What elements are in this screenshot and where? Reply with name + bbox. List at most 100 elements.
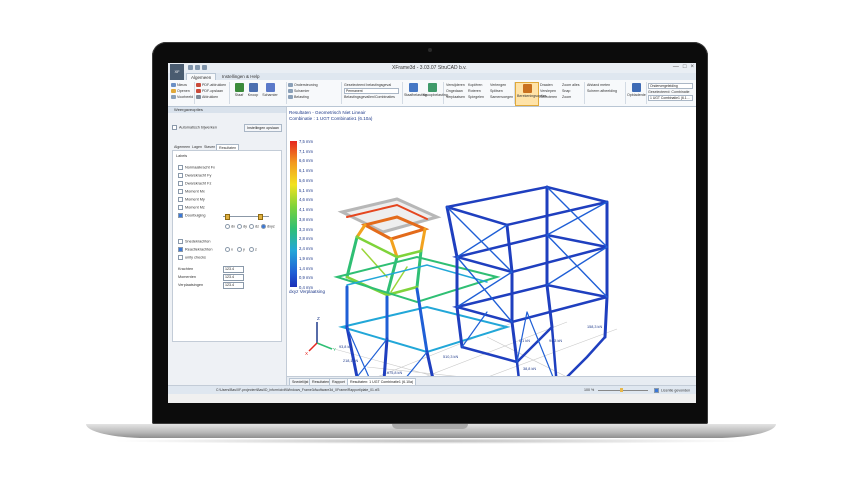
deflection-slider-knob-left[interactable] — [225, 214, 230, 220]
node-load-button[interactable]: Knoopbelasting — [423, 83, 448, 97]
radio-y-dot[interactable] — [237, 247, 242, 252]
mirror-button[interactable]: Spiegelen — [468, 95, 484, 99]
open-button[interactable]: Openen — [177, 89, 190, 93]
radio-x[interactable]: x — [225, 247, 233, 252]
radio-x-dot[interactable] — [225, 247, 230, 252]
load-button[interactable]: Belasting — [294, 95, 309, 99]
checkbox-fy[interactable]: Dwarskracht Fy — [178, 173, 211, 178]
momenten-select[interactable]: 123.4 — [223, 274, 244, 281]
auto-update-label: Automatisch bijwerken — [179, 125, 217, 130]
rotate-button[interactable]: Roteren — [468, 89, 481, 93]
loadcase-select[interactable]: Permanent — [344, 88, 399, 94]
zoom-button[interactable]: Zoom — [562, 95, 571, 99]
support-button[interactable]: Ondersteuning — [294, 83, 318, 87]
minimize-button[interactable]: — — [673, 64, 679, 70]
checkbox-mz-box[interactable] — [178, 205, 183, 210]
combination-select[interactable]: 1 UGT Combinatie1 (6.1... — [648, 95, 693, 101]
open-icon — [171, 89, 176, 93]
knoop-button[interactable]: Knoop — [246, 83, 260, 97]
zoom-all-button[interactable]: Zoom alles — [562, 83, 580, 87]
checkbox-unity-checks-box[interactable] — [178, 255, 183, 260]
save-icon[interactable] — [188, 65, 193, 70]
example-button[interactable]: Voorbeeld — [177, 95, 193, 99]
krachten-select[interactable]: 123.4 — [223, 266, 244, 273]
radio-z-dot[interactable] — [249, 247, 254, 252]
hinge-small-button[interactable]: Scharnier — [294, 89, 309, 93]
display-mode-select[interactable]: Ondervergeleiding — [648, 83, 693, 89]
calculate-group: Berekeningsopties — [515, 82, 547, 106]
legend-value-label: 0,9 mm — [299, 275, 313, 281]
reaction-label: 0,1 kN — [519, 339, 530, 343]
checkbox-mz[interactable]: Moment Mz — [178, 205, 205, 210]
new-icon — [171, 83, 176, 87]
checkbox-mx[interactable]: Moment Mx — [178, 189, 205, 194]
checkbox-doorbuiging-box[interactable] — [178, 213, 183, 218]
zoom-slider-track[interactable] — [598, 390, 648, 391]
rotate-view-button[interactable]: Draaien — [540, 83, 553, 87]
radio-dz[interactable]: dz — [249, 224, 259, 229]
checkbox-fx[interactable]: Normaalkracht Fx — [178, 165, 215, 170]
radio-dx[interactable]: dx — [225, 224, 235, 229]
checkbox-unity-checks[interactable]: unity checks — [178, 255, 206, 260]
checkbox-my[interactable]: Moment My — [178, 197, 205, 202]
checkbox-mx-box[interactable] — [178, 189, 183, 194]
print-button[interactable]: Afdrukken — [202, 95, 218, 99]
checkbox-doorbuiging[interactable]: Doorbuiging — [178, 213, 205, 218]
delete-button[interactable]: Verwijderen — [446, 83, 465, 87]
radio-dx-dot[interactable] — [225, 224, 230, 229]
checkbox-reactiekrachten-box[interactable] — [178, 247, 183, 252]
deflection-slider-knob-right[interactable] — [258, 214, 263, 220]
checkbox-snedekrachten-box[interactable] — [178, 239, 183, 244]
radio-y[interactable]: y — [237, 247, 245, 252]
radio-dy[interactable]: dy — [237, 224, 247, 229]
radio-z[interactable]: z — [249, 247, 257, 252]
close-button[interactable]: × — [690, 64, 694, 70]
extend-button[interactable]: Verlengen — [490, 83, 506, 87]
undo-icon[interactable] — [195, 65, 200, 70]
app-logo[interactable]: XF — [170, 64, 184, 80]
display-button[interactable]: Opbladerde — [627, 83, 646, 97]
auto-update-checkbox[interactable]: Automatisch bijwerken — [172, 125, 217, 130]
screenshot-button[interactable]: Scherm afbeelding — [587, 89, 617, 93]
pan-button[interactable]: Verslepen — [540, 89, 556, 93]
pdf-save-button[interactable]: PDF-opslaan — [202, 89, 223, 93]
merge-button[interactable]: Samenvoegen — [490, 95, 513, 99]
redo-icon[interactable] — [202, 65, 207, 70]
measure-button[interactable]: Afstand meten — [587, 83, 610, 87]
radio-dxyz-dot[interactable] — [261, 224, 266, 229]
3d-viewport[interactable]: Resultaten - Geometrisch Niet Lineair Co… — [287, 107, 696, 376]
radio-dy-dot[interactable] — [237, 224, 242, 229]
scharnier-button[interactable]: Scharnier — [261, 83, 279, 97]
checkbox-fy-box[interactable] — [178, 173, 183, 178]
calculate-button[interactable]: Berekeningsopties — [517, 84, 547, 98]
checkbox-fz-box[interactable] — [178, 181, 183, 186]
save-settings-button[interactable]: Instellingen opslaan — [244, 124, 282, 132]
copy-button[interactable]: Kopiëren — [468, 83, 482, 87]
staaf-button[interactable]: Staaf — [232, 83, 246, 97]
pdf-print-button[interactable]: PDF-afdrukken — [202, 83, 226, 87]
verplaatsingen-select[interactable]: 123.4 — [223, 282, 244, 289]
select-button[interactable]: Selecteren — [540, 95, 557, 99]
loadcase-combinations-button[interactable]: Belastingsgevallen/Combinaties — [344, 95, 395, 99]
options-panel: Weergaveopties Automatisch bijwerken Ins… — [168, 107, 287, 385]
snap-button[interactable]: Snap — [562, 89, 570, 93]
checkbox-fz[interactable]: Dwarskracht Fz — [178, 181, 211, 186]
legend-value-label: 4,1 mm — [299, 207, 313, 213]
tab-instellingen[interactable]: Instellingen & Help — [218, 73, 264, 80]
checkbox-my-box[interactable] — [178, 197, 183, 202]
maximize-button[interactable]: □ — [683, 64, 687, 70]
new-button[interactable]: Nieuw — [177, 83, 187, 87]
auto-update-box[interactable] — [172, 125, 177, 130]
legend-value-label: 7,1 mm — [299, 148, 313, 154]
zoom-slider-knob[interactable] — [620, 388, 623, 392]
beam-load-button[interactable]: Staafbelasting — [404, 83, 427, 97]
split-button[interactable]: Splitsen — [490, 89, 503, 93]
checkbox-reactiekrachten[interactable]: Reactiekrachten — [178, 247, 212, 252]
undo-button[interactable]: Ongedaan — [446, 89, 463, 93]
radio-dxyz[interactable]: dxyz — [261, 224, 275, 229]
checkbox-fx-box[interactable] — [178, 165, 183, 170]
radio-dz-dot[interactable] — [249, 224, 254, 229]
move-button[interactable]: Verplaatsen — [446, 95, 465, 99]
legend-value-label: 2,8 mm — [299, 236, 313, 242]
checkbox-snedekrachten[interactable]: Snedekrachten — [178, 239, 211, 244]
